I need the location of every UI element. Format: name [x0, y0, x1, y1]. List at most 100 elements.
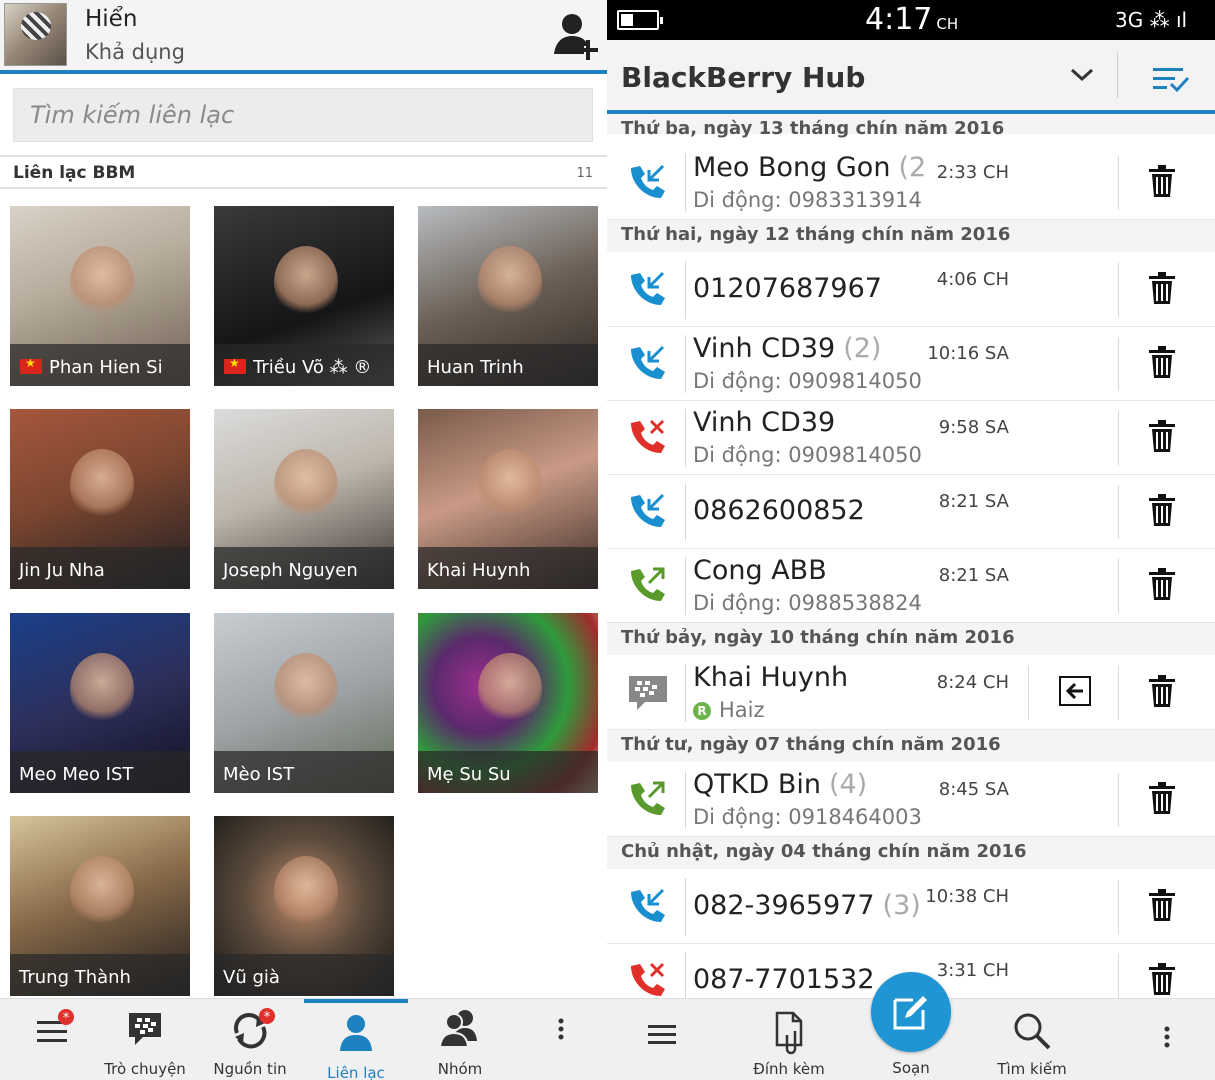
hub-list-item[interactable]: Vinh CD39 (2) Di động: 0909814050 10:16 SA — [607, 327, 1215, 401]
date-header: Thứ tư, ngày 07 tháng chín năm 2016 — [607, 730, 1215, 762]
tab-updates[interactable]: * Nguồn tin — [198, 999, 302, 1080]
item-title: Meo Bong Gon (2 — [693, 152, 926, 183]
delete-button[interactable] — [1147, 493, 1177, 531]
clock-time: 4:17 — [865, 2, 933, 37]
date-header-text: Thứ ba, ngày 13 tháng chín năm 2016 — [621, 118, 1005, 139]
item-title: 087-7701532 — [693, 964, 875, 995]
delete-button[interactable] — [1147, 962, 1177, 998]
search-placeholder: Tìm kiếm liên lạc — [30, 101, 235, 129]
contact-tile[interactable]: Trung Thành — [10, 816, 190, 996]
contact-tile[interactable]: Huan Trinh — [418, 206, 598, 386]
item-title: 082-3965977 (3) — [693, 890, 921, 921]
header-divider — [1117, 52, 1118, 98]
add-contact-button[interactable] — [548, 10, 602, 62]
contact-caption: Trung Thành — [10, 954, 190, 996]
contact-caption: Huan Trinh — [418, 344, 598, 386]
contact-name: Phan Hien Si — [49, 357, 163, 378]
item-preview: R Haiz — [693, 698, 765, 722]
contact-tile[interactable]: Khai Huynh — [418, 409, 598, 589]
item-name: Meo Bong Gon — [693, 152, 891, 183]
tab-menu[interactable]: * — [0, 999, 104, 1080]
reply-button[interactable] — [1059, 676, 1091, 710]
item-count: (2 — [898, 152, 927, 183]
menu-icon — [648, 1025, 676, 1044]
tab-groups[interactable]: Nhóm — [408, 999, 512, 1080]
contact-tile[interactable]: Mẹ Su Su — [418, 613, 598, 793]
delete-button[interactable] — [1147, 164, 1177, 202]
item-divider — [685, 483, 686, 541]
delete-button[interactable] — [1147, 674, 1177, 712]
avatar[interactable] — [4, 3, 67, 66]
hub-more-button[interactable] — [1119, 999, 1215, 1080]
delete-button[interactable] — [1147, 419, 1177, 457]
trash-icon — [1147, 782, 1177, 819]
item-title: Vinh CD39 (2) — [693, 333, 881, 364]
item-time: 8:21 SA — [938, 565, 1009, 586]
bbm-bottom-bar: * Trò chuyện * Nguồn tin Liên lạc Nhóm — [0, 998, 607, 1080]
delete-button[interactable] — [1147, 781, 1177, 819]
contact-tile[interactable]: Phan Hien Si — [10, 206, 190, 386]
hub-menu-button[interactable] — [607, 999, 717, 1080]
trash-icon — [1147, 963, 1177, 998]
item-count: (3) — [882, 890, 921, 921]
contact-tile[interactable]: Triều Võ ⁂ ® — [214, 206, 394, 386]
delete-button[interactable] — [1147, 888, 1177, 926]
tab-more[interactable] — [514, 999, 607, 1080]
user-status[interactable]: Khả dụng — [85, 40, 185, 64]
hub-title[interactable]: BlackBerry Hub — [621, 61, 865, 94]
filter-icon[interactable] — [1151, 64, 1191, 94]
contact-caption: Vũ già — [214, 954, 394, 996]
contact-tile[interactable]: Jin Ju Nha — [10, 409, 190, 589]
hub-list-item[interactable]: Khai Huynh R Haiz 8:24 CH — [607, 656, 1215, 730]
incoming-call-icon — [625, 884, 671, 930]
item-divider — [685, 154, 686, 212]
tab-contacts[interactable]: Liên lạc — [304, 999, 408, 1080]
attach-button[interactable]: Đính kèm — [734, 999, 844, 1080]
item-title: QTKD Bin (4) — [693, 769, 867, 800]
chevron-down-icon[interactable] — [1069, 66, 1095, 84]
action-divider — [1118, 880, 1119, 934]
action-divider — [1118, 411, 1119, 465]
item-name: 087-7701532 — [693, 964, 875, 995]
contact-photo — [70, 449, 134, 521]
delete-button[interactable] — [1147, 271, 1177, 309]
hub-list-item[interactable]: Vinh CD39 Di động: 0909814050 9:58 SA — [607, 401, 1215, 475]
contact-tile[interactable]: Mèo IST — [214, 613, 394, 793]
action-divider — [1118, 773, 1119, 827]
hub-list-item[interactable]: 082-3965977 (3) 10:38 CH — [607, 870, 1215, 944]
hub-list-item[interactable]: 01207687967 4:06 CH — [607, 253, 1215, 327]
contact-name: Khai Huynh — [427, 560, 531, 581]
compose-button[interactable] — [871, 972, 951, 1052]
item-subtitle: Di động: 0988538824 — [693, 591, 922, 615]
delete-button[interactable] — [1147, 567, 1177, 605]
contact-tile[interactable]: Meo Meo IST — [10, 613, 190, 793]
contact-caption: Phan Hien Si — [10, 344, 190, 386]
date-header-text: Chủ nhật, ngày 04 tháng chín năm 2016 — [621, 841, 1027, 862]
incoming-call-icon — [625, 267, 671, 313]
contact-photo — [70, 246, 134, 318]
item-name: 0862600852 — [693, 495, 865, 526]
contact-tile[interactable]: Joseph Nguyen — [214, 409, 394, 589]
tab-chats[interactable]: Trò chuyện — [93, 999, 197, 1080]
item-time: 8:21 SA — [938, 491, 1009, 512]
delete-button[interactable] — [1147, 345, 1177, 383]
contact-search-input[interactable]: Tìm kiếm liên lạc — [13, 88, 593, 142]
read-status-icon: R — [693, 702, 711, 720]
contact-photo — [274, 449, 338, 521]
item-time: 2:33 CH — [936, 162, 1009, 183]
item-time: 8:45 SA — [938, 779, 1009, 800]
contact-photo — [274, 653, 338, 725]
hub-list-item[interactable]: QTKD Bin (4) Di động: 0918464003 8:45 SA — [607, 763, 1215, 837]
hub-list-item[interactable]: Meo Bong Gon (2 Di động: 0983313914 2:33 CH — [607, 146, 1215, 220]
hub-message-list: Thứ ba, ngày 13 tháng chín năm 2016 Meo B… — [607, 114, 1215, 998]
item-name: 082-3965977 — [693, 890, 875, 921]
network-indicator: 3G ⁂ ıl — [1115, 8, 1188, 32]
user-name[interactable]: Hiển — [85, 6, 137, 32]
hub-list-item[interactable]: 0862600852 8:21 SA — [607, 475, 1215, 549]
item-title: 0862600852 — [693, 495, 865, 526]
contact-tile[interactable]: Vũ già — [214, 816, 394, 996]
trash-icon — [1147, 675, 1177, 712]
search-button[interactable]: Tìm kiếm — [977, 999, 1087, 1080]
hub-list-item[interactable]: Cong ABB Di động: 0988538824 8:21 SA — [607, 549, 1215, 623]
item-name: Vinh CD39 — [693, 333, 836, 364]
